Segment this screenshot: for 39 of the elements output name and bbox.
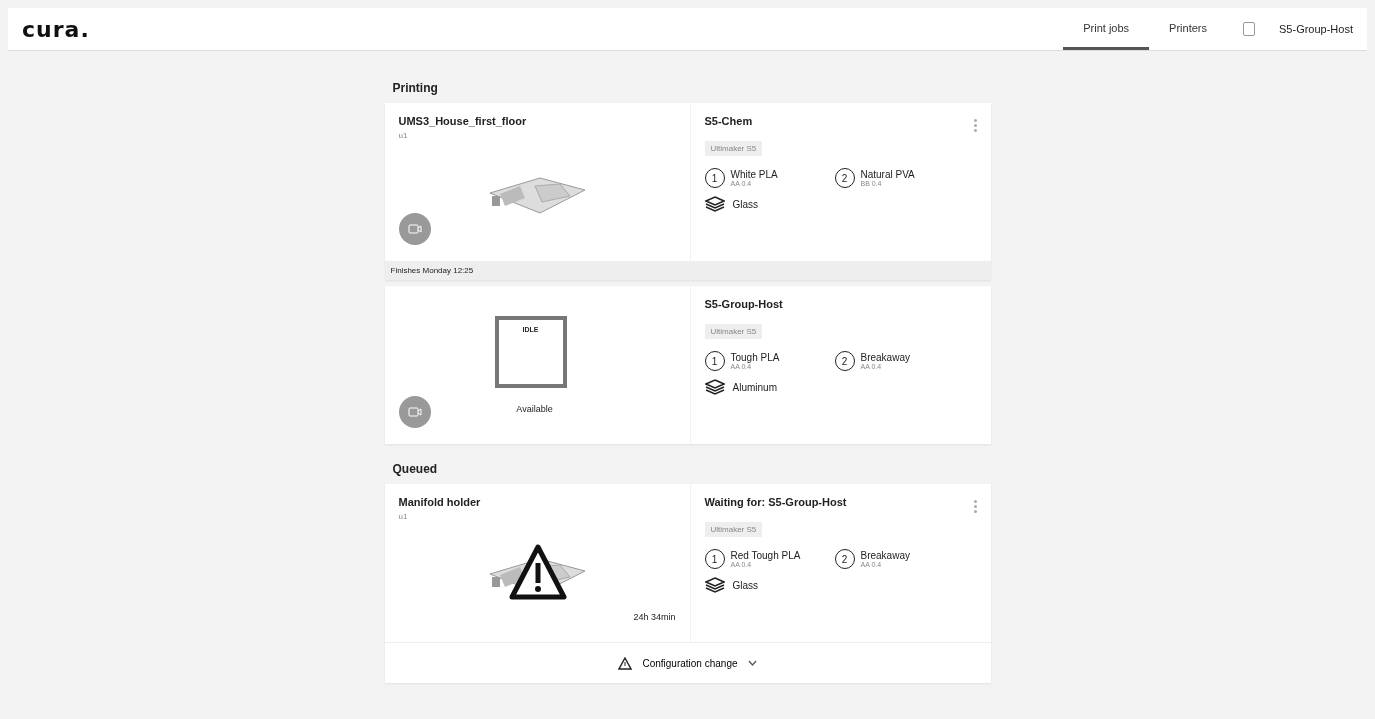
build-plate: Glass (732, 579, 759, 591)
nav-tab[interactable]: Printers (1149, 8, 1227, 50)
job-owner: u1 (398, 131, 409, 140)
printer-status: Available (515, 404, 554, 414)
printer-type-tag: Ultimaker S5 (704, 522, 763, 537)
app-logo: cura. (22, 16, 90, 42)
job-name: Manifold holder (398, 496, 482, 508)
print-duration: 24h 34min (633, 612, 676, 622)
job-name: UMS3_House_first_floor (398, 115, 528, 127)
printer-type-tag: Ultimaker S5 (704, 324, 763, 339)
job-owner: u1 (398, 512, 409, 521)
progress-text: Finishes Monday 12:25 (384, 261, 991, 280)
camera-icon (407, 224, 422, 234)
camera-icon (407, 407, 422, 417)
configuration-change-button[interactable]: Configuration change (614, 652, 761, 674)
build-plate: Aluminum (732, 381, 777, 393)
material-name: White PLA (730, 169, 778, 180)
material-name: Natural PVA (860, 169, 915, 180)
host-name: S5-Group-Host (1278, 23, 1353, 35)
warning-icon (618, 656, 633, 670)
camera-button[interactable] (398, 213, 431, 245)
camera-button[interactable] (398, 396, 431, 428)
printer-name: S5-Group-Host (704, 298, 784, 310)
section-title: Printing (391, 80, 439, 97)
material-name: Red Tough PLA (730, 550, 801, 561)
chevron-down-icon (747, 660, 757, 666)
build-plate-icon (704, 577, 725, 593)
printer-type-tag: Ultimaker S5 (704, 141, 763, 156)
nav-tab[interactable]: Print jobs (1063, 8, 1150, 50)
printer-name: Waiting for: S5-Group-Host (704, 496, 848, 508)
material-name: Tough PLA (730, 352, 780, 363)
build-plate: Glass (732, 198, 759, 210)
printer-name: S5-Chem (704, 115, 754, 127)
printer-icon[interactable] (1243, 22, 1255, 36)
material-name: Breakaway (860, 550, 910, 561)
build-plate-icon (704, 196, 725, 212)
build-plate-icon (704, 379, 725, 395)
section-title: Queued (391, 461, 439, 478)
material-name: Breakaway (860, 352, 910, 363)
